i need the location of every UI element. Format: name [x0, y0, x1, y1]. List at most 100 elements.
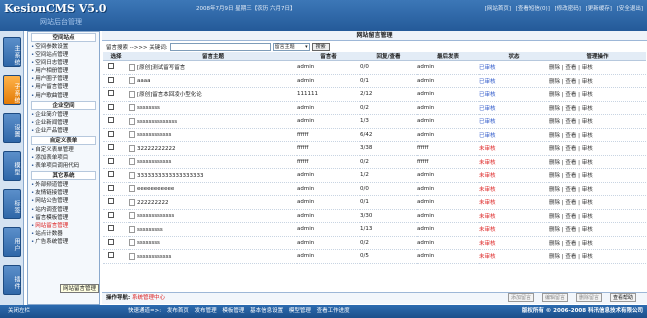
row-checkbox[interactable] [108, 130, 114, 137]
sidebar-item[interactable]: •用户歌曲管理 [28, 92, 99, 100]
row-checkbox[interactable] [108, 63, 114, 70]
row-actions[interactable]: 删除 | 查看 | 审核 [549, 92, 593, 98]
sidebar-item[interactable]: •企业简介管理 [28, 111, 99, 119]
tab-models[interactable]: 模型 [3, 151, 21, 181]
nav-link[interactable]: 系统管理中心 [132, 295, 165, 301]
row-actions[interactable]: 删除 | 查看 | 审核 [549, 187, 593, 193]
sidebar-item[interactable]: •外部频道管理 [28, 181, 99, 189]
message-subject[interactable]: 3333333333333333333 [137, 173, 204, 179]
page-title: 网站留言管理 [102, 31, 647, 41]
search-input[interactable] [169, 42, 271, 51]
row-checkbox[interactable] [108, 76, 114, 83]
row-checkbox[interactable] [108, 184, 114, 191]
reply-count: 0/5 [360, 253, 369, 260]
message-subject[interactable]: aaaa [137, 78, 150, 84]
message-subject[interactable]: [原创]留言本回凌小型化论 [137, 92, 202, 98]
row-checkbox[interactable] [108, 252, 114, 259]
row-actions[interactable]: 删除 | 查看 | 审核 [549, 106, 593, 112]
message-subject[interactable]: ssssssss [137, 240, 160, 246]
sidebar-item[interactable]: •网站公告管理 [28, 197, 99, 205]
quick-link[interactable]: 查看工作进度 [317, 308, 350, 314]
last-poster: admin [417, 185, 435, 192]
home-link[interactable]: [网站首页] [485, 6, 511, 12]
row-checkbox[interactable] [108, 117, 114, 124]
add-message-button[interactable]: 添加留言 [508, 293, 535, 302]
row-actions[interactable]: 删除 | 查看 | 审核 [549, 133, 593, 139]
sidebar-item[interactable]: •空间站点管理 [28, 51, 99, 59]
sidebar-item[interactable]: •用户圈子管理 [28, 75, 99, 83]
edit-message-button[interactable]: 编辑留言 [542, 293, 569, 302]
row-checkbox[interactable] [108, 238, 114, 245]
delete-message-button[interactable]: 删除留言 [576, 293, 603, 302]
message-subject[interactable]: ssssssssssssss [137, 119, 177, 125]
quick-link[interactable]: 发布首页 [167, 308, 189, 314]
row-actions[interactable]: 删除 | 查看 | 审核 [549, 146, 593, 152]
quick-link[interactable]: 模板管理 [222, 308, 244, 314]
message-subject[interactable]: 32222222222 [137, 146, 176, 152]
tab-main-system[interactable]: 主系统 [3, 37, 21, 67]
sidebar-item[interactable]: •广告系统管理 [28, 238, 99, 246]
row-actions[interactable]: 删除 | 查看 | 审核 [549, 79, 593, 85]
row-checkbox[interactable] [108, 211, 114, 218]
row-checkbox[interactable] [108, 225, 114, 232]
copyright: 版权所有 © 2006-2008 科汛信息技术有限公司 [521, 308, 643, 314]
sidebar-item[interactable]: •站内调查管理 [28, 206, 99, 214]
sidebar-item[interactable]: •空间日志管理 [28, 59, 99, 67]
row-actions[interactable]: 删除 | 查看 | 审核 [549, 200, 593, 206]
close-sidebar-link[interactable]: 关闭左栏 [8, 305, 30, 318]
quick-link[interactable]: 发布管理 [195, 308, 217, 314]
sidebar-item[interactable]: •留言模板管理 [28, 214, 99, 222]
sidebar-item[interactable]: •表单项目调用代码 [28, 162, 99, 170]
row-actions[interactable]: 删除 | 查看 | 审核 [549, 119, 593, 125]
row-actions[interactable]: 删除 | 查看 | 审核 [549, 214, 593, 220]
row-checkbox[interactable] [108, 103, 114, 110]
sidebar-item[interactable]: •用户留言管理 [28, 83, 99, 91]
message-subject[interactable]: 222222222 [137, 200, 169, 206]
search-button[interactable]: 搜索 [311, 42, 330, 51]
logout-link[interactable]: [安全退出] [617, 6, 643, 12]
row-actions[interactable]: 删除 | 查看 | 审核 [549, 227, 593, 233]
quick-link[interactable]: 模型管理 [289, 308, 311, 314]
row-actions[interactable]: 删除 | 查看 | 审核 [549, 241, 593, 247]
message-subject[interactable]: sssssssss [137, 227, 163, 233]
sidebar-item[interactable]: •添加表单项目 [28, 154, 99, 162]
sidebar-item[interactable]: •企业产品管理 [28, 127, 99, 135]
message-subject[interactable]: ssssssss [137, 105, 160, 111]
table-row: 222222222 admin 0/1 admin 未审核 删除 | 查看 | 审核 [103, 195, 646, 210]
row-checkbox[interactable] [108, 198, 114, 205]
sidebar-item[interactable]: •友情链接管理 [28, 189, 99, 197]
message-subject[interactable]: [原创]测试留写留言 [137, 65, 185, 71]
sidebar-item[interactable]: •企业新闻管理 [28, 119, 99, 127]
message-subject[interactable]: eeeeeeeeeee [137, 186, 174, 192]
row-actions[interactable]: 删除 | 查看 | 审核 [549, 65, 593, 71]
search-field-select[interactable]: 留言主题 [272, 42, 310, 51]
sidebar-item[interactable]: •网站留言管理 [28, 222, 99, 230]
row-checkbox[interactable] [108, 144, 114, 151]
tab-plugins[interactable]: 插件 [3, 265, 21, 295]
tab-tags[interactable]: 标签 [3, 189, 21, 219]
messages-link[interactable]: [查看短信(0)] [516, 6, 550, 12]
message-subject[interactable]: sssssssssssss [137, 213, 174, 219]
tab-settings[interactable]: 设置 [3, 113, 21, 143]
sidebar-item[interactable]: •用户相册管理 [28, 67, 99, 75]
tab-sub-system[interactable]: 子系统 [3, 75, 21, 105]
tab-users[interactable]: 用户 [3, 227, 21, 257]
message-subject[interactable]: ssssssssssss [137, 132, 171, 138]
password-link[interactable]: [修改密码] [555, 6, 581, 12]
row-checkbox[interactable] [108, 90, 114, 97]
row-checkbox[interactable] [108, 171, 114, 178]
sidebar-item[interactable]: •站点计数器 [28, 230, 99, 238]
row-actions[interactable]: 删除 | 查看 | 审核 [549, 160, 593, 166]
row-actions[interactable]: 删除 | 查看 | 审核 [549, 254, 593, 260]
sidebar-item-label: 企业产品管理 [35, 127, 69, 134]
message-subject[interactable]: ssssssssssss [137, 159, 171, 165]
row-actions[interactable]: 删除 | 查看 | 审核 [549, 173, 593, 179]
help-button[interactable]: 查看帮助 [610, 293, 637, 302]
quick-link[interactable]: 基本信息设置 [250, 308, 283, 314]
sidebar-item[interactable]: •空间参数设置 [28, 43, 99, 51]
message-subject[interactable]: ssssssssssss [137, 254, 171, 260]
sidebar-item-label: 友情链接管理 [35, 190, 69, 197]
row-checkbox[interactable] [108, 157, 114, 164]
cache-link[interactable]: [更新缓存] [586, 6, 612, 12]
sidebar-item[interactable]: •自定义表单管理 [28, 146, 99, 154]
